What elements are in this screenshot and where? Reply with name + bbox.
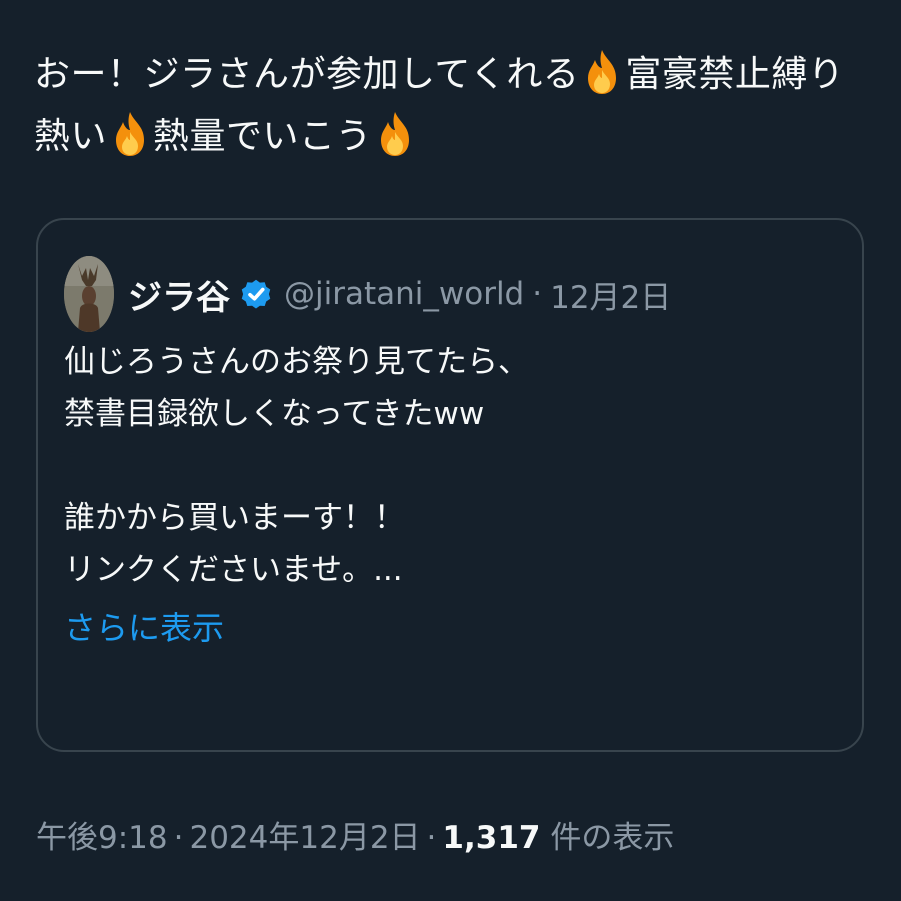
show-more-link[interactable]: さらに表示: [64, 602, 824, 654]
quoted-tweet-line: 誰かから買いまーす！！: [64, 500, 405, 536]
tweet-text-segment: 熱い: [34, 116, 108, 157]
tweet-line-1: おー！ジラさんが参加してくれる 富豪禁止縛り: [34, 44, 864, 106]
quoted-tweet-header: ジラ谷 @jiratani_world · 12月2日: [64, 256, 671, 332]
tweet-text: おー！ジラさんが参加してくれる 富豪禁止縛り 熱い 熱量でいこう: [34, 44, 864, 168]
tweet-text-segment: 熱量でいこう: [153, 116, 373, 157]
fire-icon: [108, 110, 152, 158]
separator-dot: ·: [426, 820, 437, 856]
quoted-tweet-line: 仙じろうさんのお祭り見てたら、: [64, 344, 529, 380]
tweet-detail-page: おー！ジラさんが参加してくれる 富豪禁止縛り 熱い 熱量でいこう ジラ谷 @ji…: [0, 0, 901, 901]
tweet-line-2: 熱い 熱量でいこう: [34, 106, 864, 168]
verified-badge-icon: [238, 276, 274, 312]
tweet-text-segment: おー！ジラさんが参加してくれる: [34, 54, 580, 95]
avatar[interactable]: [64, 256, 114, 332]
tweet-metadata: 午後9:18 · 2024年12月2日 · 1,317 件の表示: [36, 812, 674, 857]
quoted-tweet-line: 禁書目録欲しくなってきたww: [64, 396, 485, 432]
tweet-date[interactable]: 2024年12月2日: [189, 820, 420, 856]
separator-dot: ·: [173, 820, 184, 856]
views-label: 件の表示: [550, 820, 675, 856]
fire-icon: [580, 48, 624, 96]
views-count: 1,317: [442, 820, 541, 856]
tweet-time[interactable]: 午後9:18: [36, 820, 168, 856]
quoted-tweet-line: リンクくださいませ。...: [64, 552, 403, 588]
author-name[interactable]: ジラ谷: [128, 270, 230, 319]
separator-dot: ·: [532, 276, 543, 312]
author-handle[interactable]: @jiratani_world: [284, 276, 524, 312]
quoted-tweet-line: [64, 440, 824, 492]
fire-icon: [373, 110, 417, 158]
tweet-text-segment: 富豪禁止縛り: [625, 54, 845, 95]
quoted-tweet-date[interactable]: 12月2日: [550, 272, 671, 317]
quoted-tweet-card[interactable]: ジラ谷 @jiratani_world · 12月2日 仙じろうさんのお祭り見て…: [36, 218, 864, 752]
quoted-tweet-text: 仙じろうさんのお祭り見てたら、 禁書目録欲しくなってきたww 誰かから買いまーす…: [64, 336, 824, 654]
